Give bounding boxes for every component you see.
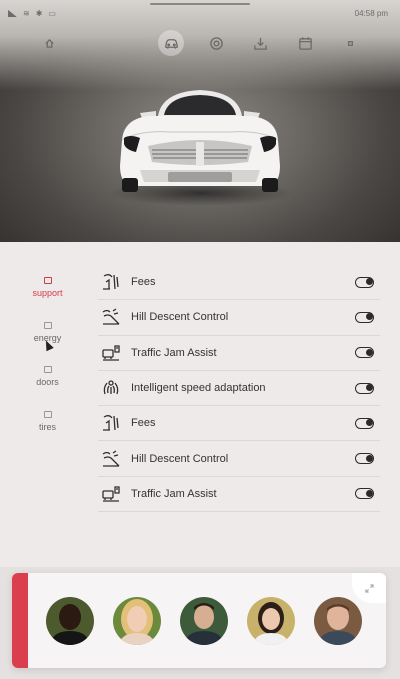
car-button[interactable] [158,30,184,56]
car-illustration [120,90,280,192]
traffic-jam-icon [100,342,122,364]
menu-dot-icon [347,40,353,46]
calendar-button[interactable] [292,30,318,56]
expand-button[interactable] [352,573,386,603]
calendar-icon [298,36,312,50]
feature-toggle[interactable] [355,311,374,323]
feature-label: Intelligent speed adaptation [131,382,266,395]
feature-label: Fees [131,276,156,289]
list-item: Hill Descent Control [98,441,380,477]
settings-panel: support energy doors tires Fees Hill Des… [0,242,400,567]
avatar-4[interactable] [247,597,295,645]
status-icons: ≋ ✱ ▭ [8,9,56,18]
sidebar-item-doors[interactable]: doors [0,366,95,387]
status-bar: ≋ ✱ ▭ 04:58 pm [0,0,400,26]
feature-label: Traffic Jam Assist [131,487,217,500]
sidebar-item-label: tires [38,422,56,432]
doors-icon [43,366,52,373]
avatar-1[interactable] [46,597,94,645]
feature-toggle[interactable] [355,347,374,359]
home-icon [44,38,54,48]
traffic-jam-icon [100,483,122,505]
car-icon [164,38,178,49]
hill-descent-icon [100,306,122,328]
list-item: Intelligent speed adaptation [98,371,380,407]
sidebar-item-tires[interactable]: tires [0,411,95,432]
speed-adaptation-icon [100,377,122,399]
feature-label: Fees [131,417,156,430]
settings-button[interactable] [203,30,229,56]
dock-accent-bar [12,573,28,668]
battery-icon: ▭ [48,8,56,18]
list-item: Fees [98,265,380,301]
contacts-dock [12,573,386,668]
feature-toggle[interactable] [355,382,374,394]
download-button[interactable] [247,30,273,56]
home-button[interactable] [36,30,62,56]
car-hero: ≋ ✱ ▭ 04:58 pm [0,0,400,242]
expand-icon [364,583,374,593]
support-icon [43,277,52,284]
sidebar: support energy doors tires [0,242,95,567]
avatar-5[interactable] [314,597,362,645]
tires-icon [43,411,52,418]
sidebar-item-label: doors [36,377,59,387]
feature-label: Hill Descent Control [131,452,229,465]
download-icon [253,37,267,50]
avatar-2[interactable] [113,597,161,645]
energy-icon [43,322,52,329]
list-item: Traffic Jam Assist [98,336,380,371]
signal-icon [8,9,17,17]
menu-button[interactable] [337,30,363,56]
avatar-3[interactable] [180,597,228,645]
status-time: 04:58 pm [354,8,388,18]
wifi-icon: ≋ [23,8,30,18]
top-nav [0,30,400,56]
feature-label: Hill Descent Control [131,311,229,324]
feature-toggle[interactable] [355,417,374,429]
feature-toggle[interactable] [355,276,374,288]
feature-list: Fees Hill Descent Control Traffic Jam As… [98,265,380,513]
list-item: Fees [98,406,380,442]
fees-icon [100,412,122,434]
settings-icon [209,36,223,50]
bluetooth-icon: ✱ [35,8,43,18]
sidebar-item-support[interactable]: support [0,277,95,298]
list-item: Traffic Jam Assist [98,477,380,513]
sidebar-item-label: support [32,288,63,298]
fees-icon [100,271,122,293]
feature-label: Traffic Jam Assist [131,346,217,359]
feature-toggle[interactable] [355,488,374,500]
list-item: Hill Descent Control [98,300,380,336]
hill-descent-icon [100,448,122,470]
feature-toggle[interactable] [355,453,374,465]
